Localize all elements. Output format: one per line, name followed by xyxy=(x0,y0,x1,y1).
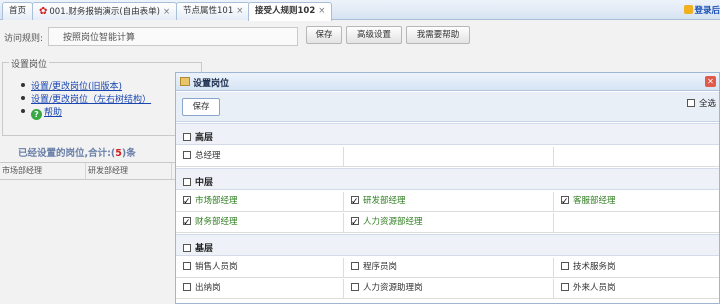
tab-home-label: 首页 xyxy=(9,6,27,16)
bullet-icon xyxy=(21,96,25,100)
tab-home[interactable]: 首页 xyxy=(2,2,34,20)
station-count-number: 5 xyxy=(115,148,122,159)
help-icon: ? xyxy=(31,109,42,120)
close-icon[interactable]: × xyxy=(318,6,325,16)
group-checkbox[interactable] xyxy=(183,133,191,141)
station-row: 销售人员岗 程序员岗 技术服务岗 xyxy=(176,258,719,278)
station-fieldset-legend: 设置岗位 xyxy=(9,57,50,70)
station-link-list: 设置/更改岗位(旧版本) 设置/更改岗位（左右树结构） ? 帮助 xyxy=(21,81,151,120)
rule-input[interactable] xyxy=(48,27,298,46)
folder-icon xyxy=(180,77,190,86)
station-label: 人力资源部经理 xyxy=(363,217,423,227)
save-button[interactable]: 保存 xyxy=(306,26,342,44)
station-label: 研发部经理 xyxy=(363,196,406,206)
advanced-settings-button[interactable]: 高级设置 xyxy=(346,26,402,44)
set-station-tree-link[interactable]: 设置/更改岗位（左右树结构） xyxy=(21,94,151,107)
group-header[interactable]: 高层 xyxy=(176,123,719,145)
group-checkbox[interactable] xyxy=(183,178,191,186)
group-checkbox[interactable] xyxy=(183,244,191,252)
tab-node-properties-label: 节点属性101 xyxy=(183,6,234,16)
station-row: 财务部经理 人力资源部经理 xyxy=(176,213,719,233)
bullet-icon xyxy=(21,109,25,113)
group-label: 基层 xyxy=(195,244,214,254)
station-option[interactable]: 出纳岗 xyxy=(176,279,344,299)
empty-cell xyxy=(554,213,720,233)
station-option[interactable]: 客服部经理 xyxy=(554,192,720,212)
close-icon[interactable]: × xyxy=(236,6,243,16)
station-checkbox[interactable] xyxy=(351,262,359,270)
station-table: 市场部经理 研发部经理 xyxy=(0,162,175,180)
station-fieldset: 设置岗位 设置/更改岗位(旧版本) 设置/更改岗位（左右树结构） ? 帮助 xyxy=(2,57,202,136)
group-label: 中层 xyxy=(195,178,214,188)
station-label: 程序员岗 xyxy=(363,262,398,272)
checkbox[interactable] xyxy=(686,99,695,107)
tab-bar: 首页 ✿ 001.财务报销演示(自由表单) × 节点属性101 × 接受人规则102 ×… xyxy=(0,0,720,21)
close-icon[interactable]: × xyxy=(163,7,170,17)
station-option[interactable]: 程序员岗 xyxy=(344,258,554,278)
station-option[interactable]: 财务部经理 xyxy=(176,213,344,233)
set-station-old-link[interactable]: 设置/更改岗位(旧版本) xyxy=(21,81,151,94)
station-option[interactable]: 销售人员岗 xyxy=(176,258,344,278)
station-checkbox[interactable] xyxy=(183,151,191,159)
rule-form-row: 访问规则: 保存 高级设置 我需要帮助 xyxy=(0,26,720,48)
station-row: 出纳岗 人力资源助理岗 外来人员岗 xyxy=(176,279,719,299)
station-count: 已经设置的岗位,合计:(5)条 xyxy=(18,148,136,159)
tab-node-properties[interactable]: 节点属性101 × xyxy=(176,2,251,20)
station-label: 技术服务岗 xyxy=(573,262,616,272)
rule-label: 访问规则: xyxy=(4,34,44,44)
tab-expense-demo-label: 001.财务报销演示(自由表单) xyxy=(49,7,160,17)
group-header[interactable]: 中层 xyxy=(176,168,719,190)
station-row: 总经理 xyxy=(176,147,719,167)
station-label: 销售人员岗 xyxy=(195,262,238,272)
login-icon xyxy=(684,5,694,14)
station-checkbox[interactable] xyxy=(351,214,359,233)
station-option[interactable]: 人力资源部经理 xyxy=(344,213,554,233)
login-link[interactable]: 登录后 xyxy=(684,4,720,16)
station-label: 市场部经理 xyxy=(195,196,238,206)
station-label: 出纳岗 xyxy=(195,283,221,293)
station-option[interactable]: 技术服务岗 xyxy=(554,258,720,278)
help-link[interactable]: ? 帮助 xyxy=(21,107,151,120)
station-row: 市场部经理 研发部经理 客服部经理 xyxy=(176,192,719,212)
dialog-save-button[interactable]: 保存 xyxy=(182,98,220,116)
set-station-dialog: 设置岗位 ✕ 保存 全选 高层总经理中层市场部经理 研发部经理 客服部经理财务部经理… xyxy=(175,72,720,304)
empty-cell xyxy=(344,147,554,167)
station-checkbox[interactable] xyxy=(183,214,191,233)
close-icon[interactable]: ✕ xyxy=(705,76,716,87)
help-me-button[interactable]: 我需要帮助 xyxy=(406,26,470,44)
station-checkbox[interactable] xyxy=(561,262,569,270)
station-checkbox[interactable] xyxy=(351,283,359,291)
station-option[interactable]: 外来人员岗 xyxy=(554,279,720,299)
dialog-title: 设置岗位 xyxy=(193,79,230,89)
station-checkbox[interactable] xyxy=(183,193,191,212)
tab-receiver-rule-label: 接受人规则102 xyxy=(255,6,316,16)
station-checkbox[interactable] xyxy=(561,193,569,212)
station-option[interactable]: 研发部经理 xyxy=(344,192,554,212)
station-table-cell: 研发部经理 xyxy=(86,163,172,179)
station-checkbox[interactable] xyxy=(183,283,191,291)
tab-receiver-rule[interactable]: 接受人规则102 × xyxy=(248,2,333,21)
station-label: 客服部经理 xyxy=(573,196,616,206)
station-option[interactable]: 总经理 xyxy=(176,147,344,167)
dialog-title-bar: 设置岗位 ✕ xyxy=(176,73,719,91)
dialog-toolbar: 保存 全选 xyxy=(176,92,719,122)
group-label: 高层 xyxy=(195,133,214,143)
station-label: 人力资源助理岗 xyxy=(363,283,423,293)
empty-cell xyxy=(554,147,720,167)
select-all-checkbox[interactable]: 全选 xyxy=(686,97,716,109)
tab-expense-demo[interactable]: ✿ 001.财务报销演示(自由表单) × xyxy=(32,2,178,20)
flower-icon: ✿ xyxy=(39,6,48,17)
login-link-label: 登录后 xyxy=(694,6,720,16)
station-checkbox[interactable] xyxy=(351,193,359,212)
station-checkbox[interactable] xyxy=(561,283,569,291)
station-option[interactable]: 人力资源助理岗 xyxy=(344,279,554,299)
station-checkbox[interactable] xyxy=(183,262,191,270)
station-label: 总经理 xyxy=(195,151,221,161)
station-label: 财务部经理 xyxy=(195,217,238,227)
station-label: 外来人员岗 xyxy=(573,283,616,293)
station-option[interactable]: 市场部经理 xyxy=(176,192,344,212)
bullet-icon xyxy=(21,83,25,87)
station-table-cell: 市场部经理 xyxy=(0,163,86,179)
group-header[interactable]: 基层 xyxy=(176,234,719,256)
